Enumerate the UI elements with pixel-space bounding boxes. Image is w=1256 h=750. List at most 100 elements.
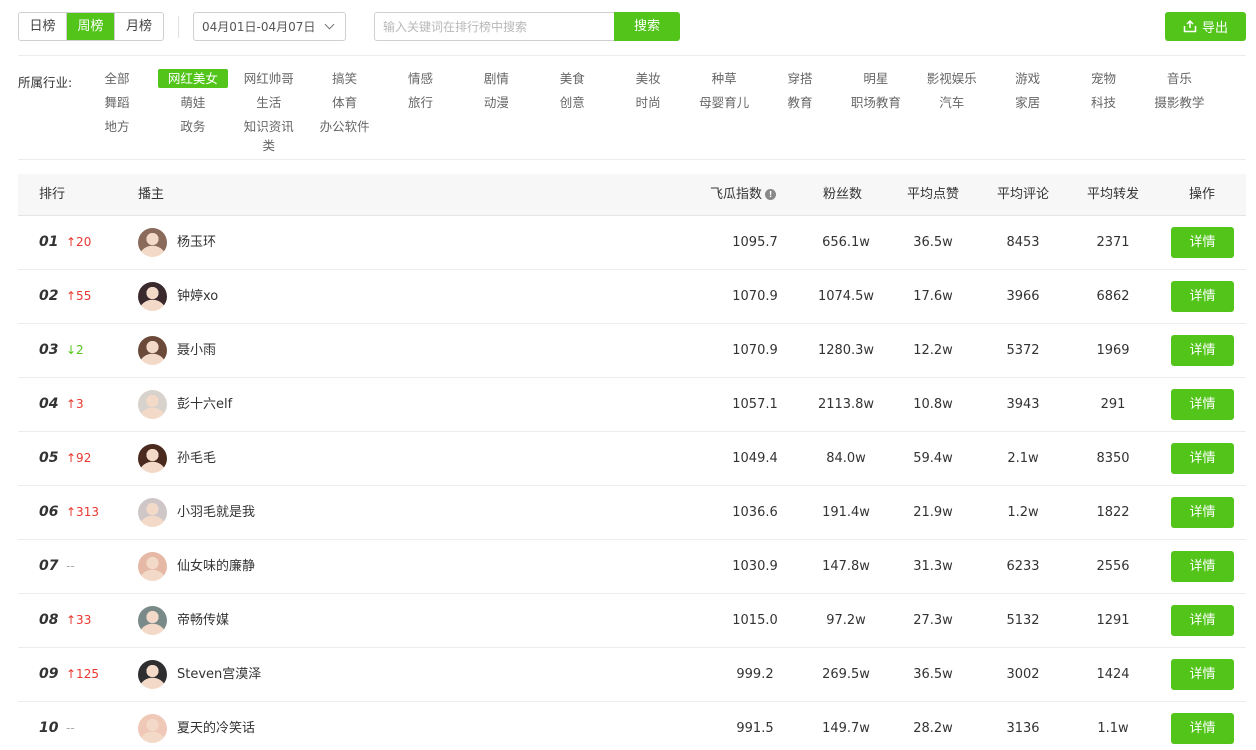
- industry-item-label: 生活: [256, 95, 282, 110]
- search-button[interactable]: 搜索: [614, 12, 680, 41]
- industry-item[interactable]: 美食: [534, 69, 610, 88]
- avatar[interactable]: [138, 498, 167, 527]
- cell-comments: 3943: [1006, 397, 1040, 412]
- host-name[interactable]: 杨玉环: [177, 216, 216, 269]
- industry-item[interactable]: 穿搭: [762, 69, 838, 88]
- search-input[interactable]: [374, 12, 614, 41]
- tab-weekly[interactable]: 周榜: [67, 13, 115, 40]
- industry-item[interactable]: 情感: [383, 69, 459, 88]
- industry-item[interactable]: 搞笑: [307, 69, 383, 88]
- header-action: 操作: [1189, 187, 1216, 202]
- detail-button[interactable]: 详情: [1171, 335, 1234, 366]
- industry-item-label: 旅行: [408, 95, 434, 110]
- rank-number: 10: [39, 720, 59, 736]
- industry-item[interactable]: 职场教育: [838, 93, 914, 112]
- avatar[interactable]: [138, 228, 167, 257]
- host-name[interactable]: 仙女味的廉静: [177, 540, 255, 593]
- industry-item[interactable]: 创意: [534, 93, 610, 112]
- detail-button[interactable]: 详情: [1171, 281, 1234, 312]
- avatar[interactable]: [138, 714, 167, 743]
- avatar[interactable]: [138, 282, 167, 311]
- info-icon[interactable]: !: [765, 189, 777, 200]
- cell-likes: 27.3w: [913, 613, 953, 628]
- avatar[interactable]: [138, 390, 167, 419]
- industry-item-label: 汽车: [939, 95, 965, 110]
- host-name[interactable]: 钟婷xo: [177, 270, 218, 323]
- detail-button[interactable]: 详情: [1171, 227, 1234, 258]
- industry-filter: 全部 网红美女 网红帅哥 搞笑 情感 剧情 美食 美妆 种草 穿搭 明星 影视娱乐 游戏 宠物 音乐舞蹈 萌娃…: [79, 69, 1219, 153]
- industry-item[interactable]: 游戏: [990, 69, 1066, 88]
- cell-fans: 269.5w: [822, 667, 870, 682]
- industry-item[interactable]: 母婴育儿: [686, 93, 762, 112]
- detail-button[interactable]: 详情: [1171, 713, 1234, 744]
- industry-item[interactable]: 音乐: [1141, 69, 1217, 88]
- tab-monthly[interactable]: 月榜: [115, 13, 163, 40]
- host-name[interactable]: 小羽毛就是我: [177, 486, 255, 539]
- detail-button[interactable]: 详情: [1171, 605, 1234, 636]
- cell-index: 1070.9: [732, 289, 778, 304]
- industry-item[interactable]: 萌娃: [155, 93, 231, 112]
- cell-fans: 97.2w: [826, 613, 866, 628]
- host-name[interactable]: 聂小雨: [177, 324, 216, 377]
- export-button[interactable]: 导出: [1165, 12, 1246, 41]
- detail-button[interactable]: 详情: [1171, 389, 1234, 420]
- industry-item[interactable]: 时尚: [610, 93, 686, 112]
- industry-item-label: 职场教育: [850, 95, 901, 110]
- detail-button[interactable]: 详情: [1171, 443, 1234, 474]
- rank-change: --: [66, 721, 75, 735]
- industry-item[interactable]: 知识资讯类: [231, 117, 307, 153]
- industry-item[interactable]: 宠物: [1066, 69, 1142, 88]
- rank-number: 07: [39, 558, 59, 574]
- industry-item[interactable]: 剧情: [458, 69, 534, 88]
- industry-item[interactable]: 全部: [79, 69, 155, 88]
- host-name[interactable]: Steven宫漠泽: [177, 648, 261, 701]
- industry-item[interactable]: 影视娱乐: [914, 69, 990, 88]
- industry-item[interactable]: 网红帅哥: [231, 69, 307, 88]
- avatar[interactable]: [138, 660, 167, 689]
- host-name[interactable]: 帝畅传媒: [177, 594, 229, 647]
- detail-button[interactable]: 详情: [1171, 551, 1234, 582]
- industry-item-label: 美食: [559, 71, 585, 86]
- industry-item[interactable]: 动漫: [458, 93, 534, 112]
- tab-daily[interactable]: 日榜: [19, 13, 67, 40]
- divider: [18, 55, 1246, 56]
- toolbar-divider: [178, 15, 179, 38]
- industry-item[interactable]: 明星: [838, 69, 914, 88]
- industry-item[interactable]: 舞蹈: [79, 93, 155, 112]
- industry-item[interactable]: 地方: [79, 117, 155, 136]
- industry-item[interactable]: 汽车: [914, 93, 990, 112]
- industry-item[interactable]: 办公软件: [307, 117, 383, 136]
- host-name[interactable]: 夏天的冷笑话: [177, 702, 255, 750]
- host-name[interactable]: 孙毛毛: [177, 432, 216, 485]
- avatar[interactable]: [138, 552, 167, 581]
- industry-item[interactable]: 种草: [686, 69, 762, 88]
- industry-item[interactable]: 美妆: [610, 69, 686, 88]
- industry-item[interactable]: 生活: [231, 93, 307, 112]
- industry-item[interactable]: 网红美女: [155, 69, 231, 88]
- rank-change: ↑3: [66, 397, 84, 411]
- avatar[interactable]: [138, 606, 167, 635]
- industry-item[interactable]: 体育: [307, 93, 383, 112]
- header-shares: 平均转发: [1087, 187, 1140, 202]
- search-bar: 搜索: [374, 12, 680, 41]
- industry-item[interactable]: 摄影教学: [1141, 93, 1217, 112]
- cell-comments: 5132: [1006, 613, 1040, 628]
- industry-item[interactable]: 科技: [1066, 93, 1142, 112]
- cell-shares: 291: [1100, 397, 1126, 412]
- host-name[interactable]: 彭十六elf: [177, 378, 232, 431]
- industry-item[interactable]: 家居: [990, 93, 1066, 112]
- detail-button[interactable]: 详情: [1171, 659, 1234, 690]
- industry-item-label: 种草: [711, 71, 737, 86]
- avatar[interactable]: [138, 444, 167, 473]
- rank-change: ↑33: [66, 613, 92, 627]
- date-range-select[interactable]: 04月01日-04月07日: [193, 12, 346, 41]
- cell-shares: 2371: [1096, 235, 1130, 250]
- industry-item[interactable]: 政务: [155, 117, 231, 136]
- cell-likes: 31.3w: [913, 559, 953, 574]
- industry-item[interactable]: 旅行: [383, 93, 459, 112]
- detail-button[interactable]: 详情: [1171, 497, 1234, 528]
- avatar[interactable]: [138, 336, 167, 365]
- rank-change: ↑20: [66, 235, 92, 249]
- industry-item[interactable]: 教育: [762, 93, 838, 112]
- industry-item-label: 动漫: [483, 95, 509, 110]
